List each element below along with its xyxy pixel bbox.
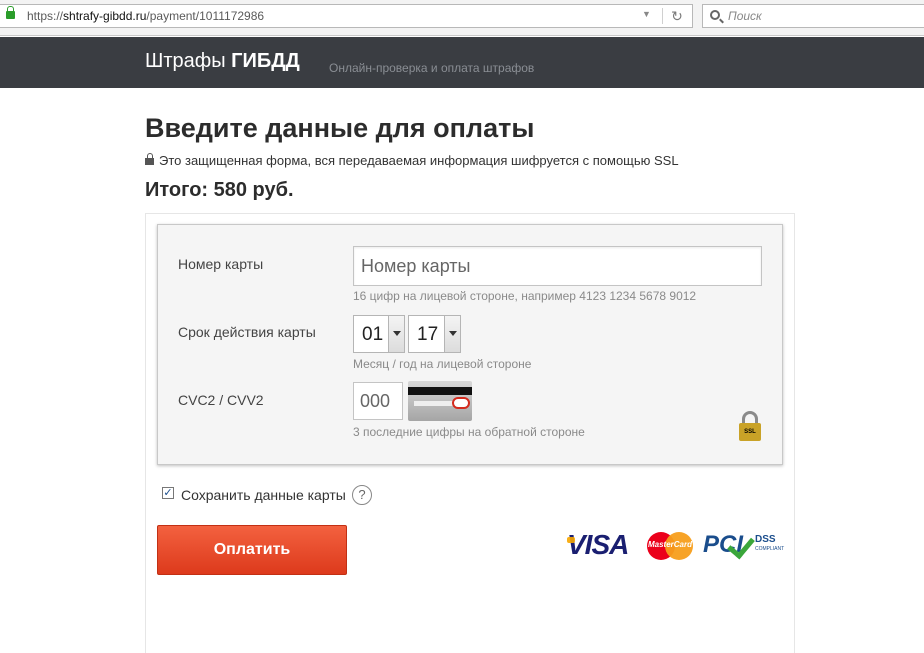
search-icon [710,10,720,20]
url-path: /payment/1011172986 [146,9,265,23]
magnetic-stripe [408,387,472,395]
card-form: Номер карты 16 цифр на лицевой стороне, … [157,224,783,465]
mastercard-logo: MasterCard [645,530,695,562]
cvc-hint: 3 последние цифры на обратной стороне [353,425,585,439]
pay-button[interactable]: Оплатить [157,525,347,575]
pci-dss-logo: PCI DSS COMPLIANT [703,530,785,561]
cvc-label: CVC2 / CVV2 [178,392,264,408]
browser-toolbar: https://shtrafy-gibdd.ru/payment/1011172… [0,0,924,36]
url-separator [662,8,663,24]
card-number-hint: 16 цифр на лицевой стороне, например 412… [353,289,697,303]
signature-strip [414,401,454,406]
expiry-label: Срок действия карты [178,324,316,340]
card-back-illustration-icon [408,381,472,421]
url-dropdown-icon[interactable]: ▼ [642,9,651,19]
dss-text: DSS [755,534,776,545]
mastercard-text: MasterCard [647,540,692,549]
brand-bold: ГИБДД [231,50,300,72]
card-number-label: Номер карты [178,256,264,272]
reload-icon[interactable]: ↻ [668,7,686,25]
url-text[interactable]: https://shtrafy-gibdd.ru/payment/1011172… [27,9,264,23]
expiry-year-value: 17 [417,324,439,345]
lock-icon [145,153,154,165]
visa-logo: VISA [567,529,629,560]
cvc-highlight [452,397,470,409]
payment-total: Итого: 580 руб. [145,179,294,201]
cvc-input[interactable] [353,382,403,420]
ssl-badge-text: SSL [739,423,761,441]
url-host: shtrafy-gibdd.ru [63,9,147,23]
address-bar[interactable]: https://shtrafy-gibdd.ru/payment/1011172… [0,4,693,28]
secure-note: Это защищенная форма, вся передаваемая и… [145,153,679,168]
url-scheme: https:// [27,9,64,23]
brand-regular: Штрафы [145,50,226,72]
site-tagline: Онлайн-проверка и оплата штрафов [329,61,535,75]
site-header: Штрафы ГИБДД Онлайн-проверка и оплата шт… [0,37,924,88]
chevron-down-icon[interactable] [388,316,404,352]
card-number-input[interactable] [353,246,762,286]
help-icon[interactable]: ? [352,485,372,505]
chevron-down-icon[interactable] [444,316,460,352]
search-placeholder: Поиск [728,9,762,23]
compliant-text: COMPLIANT [755,546,785,552]
site-logo[interactable]: Штрафы ГИБДД [145,50,300,73]
secure-lock-icon[interactable] [6,6,15,19]
ssl-lock-icon: SSL [739,411,761,442]
expiry-month-value: 01 [362,324,384,345]
save-card-label[interactable]: Сохранить данные карты [181,487,346,503]
expiry-year-select[interactable]: 17 [408,315,461,353]
expiry-month-select[interactable]: 01 [353,315,405,353]
expiry-hint: Месяц / год на лицевой стороне [353,357,532,371]
page-title: Введите данные для оплаты [145,113,535,143]
browser-search-box[interactable]: Поиск [702,4,924,28]
secure-note-text: Это защищенная форма, вся передаваемая и… [159,153,679,168]
save-card-checkbox[interactable]: ✓ [162,487,174,499]
